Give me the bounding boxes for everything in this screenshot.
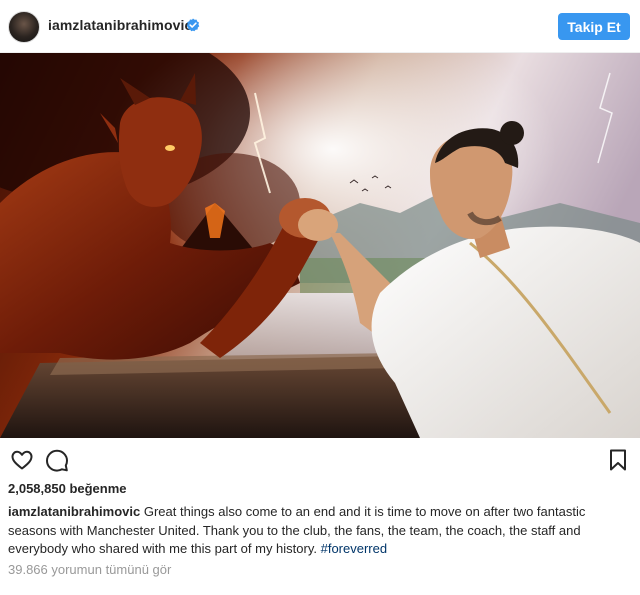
follow-button[interactable]: Takip Et	[558, 13, 630, 40]
post-username[interactable]: iamzlatanibrahimovic	[48, 17, 192, 33]
post-photo[interactable]	[0, 53, 640, 438]
bookmark-icon[interactable]	[606, 448, 630, 472]
post-actions	[0, 438, 640, 480]
post-header: iamzlatanibrahimovic Takip Et	[0, 0, 640, 53]
post-image	[0, 53, 640, 438]
avatar[interactable]	[8, 11, 40, 43]
hashtag-link[interactable]: #foreverred	[321, 541, 387, 556]
heart-icon[interactable]	[10, 448, 34, 472]
likes-count[interactable]: 2,058,850 beğenme	[8, 481, 127, 496]
view-all-comments-link[interactable]: 39.866 yorumun tümünü gör	[8, 562, 171, 577]
post-caption: iamzlatanibrahimovic Great things also c…	[8, 503, 630, 559]
caption-username[interactable]: iamzlatanibrahimovic	[8, 504, 140, 519]
verified-badge-icon	[186, 18, 200, 32]
comment-icon[interactable]	[45, 448, 69, 472]
